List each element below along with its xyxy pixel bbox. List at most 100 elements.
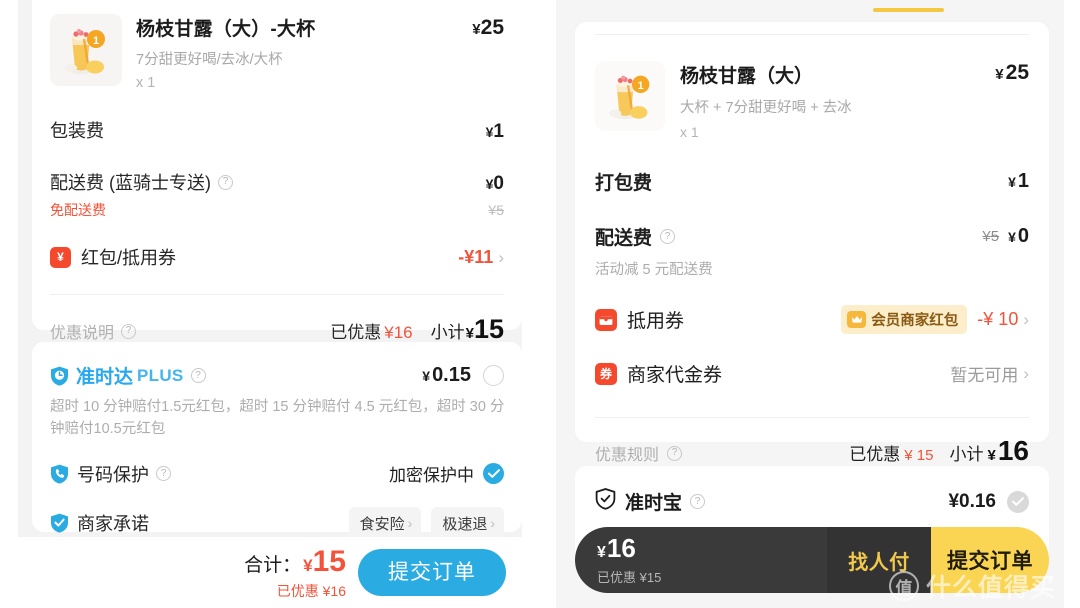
left-coupon-row[interactable]: ¥ 红包/抵用券 -¥11 › <box>50 244 504 270</box>
right-delivery-fee-row[interactable]: 配送费 ? ¥5 ¥0 <box>595 223 1029 250</box>
right-item-spec: 大杯 + 7分甜更好喝 + 去冰 <box>680 100 852 116</box>
left-discount-note[interactable]: 优惠说明 ? <box>50 319 137 343</box>
right-bottom-discount-text: 已优惠 ¥15 <box>597 569 662 585</box>
right-order-screen: 1 杨枝甘露（大） 大杯 + 7分甜更好喝 + 去冰 x 1 ¥25 打包费 ¥… <box>540 0 1080 608</box>
left-discount-note-label: 优惠说明 <box>50 325 115 342</box>
left-services-card: 准时达 PLUS ? ¥0.15 超时 10 分钟赔付1.5元红包，超时 15 … <box>32 342 522 540</box>
right-submit-order-button[interactable]: 提交订单 <box>931 527 1049 593</box>
right-discount-value: ¥ 15 <box>904 447 934 464</box>
right-subtotal-value: ¥16 <box>988 437 1030 465</box>
right-delivery-note: 活动减 5 元配送费 <box>595 262 713 278</box>
right-merchant-voucher-status: 暂无可用 <box>950 366 1019 385</box>
left-promise-tag-food-insurance-label: 食安险 <box>359 515 405 533</box>
left-item-price-value: 25 <box>480 16 504 39</box>
left-item-price: ¥25 <box>472 14 504 91</box>
left-bottom-total-label: 合计： <box>244 554 302 576</box>
phone-shield-icon <box>50 464 69 484</box>
left-phone-protect-label: 号码保护 <box>77 464 149 485</box>
left-bottom-total: 合计： ¥15 已优惠 ¥16 <box>244 545 346 601</box>
left-divider <box>50 294 504 295</box>
chevron-right-icon[interactable]: › <box>498 249 504 266</box>
left-delivery-fee-amount: ¥0 <box>486 173 504 195</box>
left-item-price-symbol: ¥ <box>472 21 481 38</box>
left-order-screen: 1 杨枝甘露（大）-大杯 7分甜更好喝/去冰/大杯 x 1 ¥25 包装费 ¥1… <box>0 0 540 608</box>
chevron-right-icon[interactable]: › <box>1023 365 1029 382</box>
right-find-payer-button[interactable]: 找人付 <box>827 527 931 593</box>
svg-text:1: 1 <box>638 80 644 92</box>
chevron-right-icon: › <box>407 515 413 531</box>
left-subtotal-symbol: ¥ <box>465 325 474 342</box>
help-icon[interactable]: ? <box>190 368 206 383</box>
left-subtotal-label: 小计 <box>430 323 465 342</box>
right-packing-fee-label: 打包费 <box>595 173 653 194</box>
left-subtotal-value: ¥15 <box>465 316 504 343</box>
left-plus-price: ¥0.15 <box>422 364 471 387</box>
right-packing-fee-amount: ¥1 <box>1008 170 1029 193</box>
left-bottom-total-value: ¥15 <box>303 545 346 579</box>
right-delivery-original-price: ¥5 <box>982 228 1000 245</box>
check-shield-icon <box>50 513 69 533</box>
right-discount-rules[interactable]: 优惠规则 ? <box>595 441 683 465</box>
voucher-badge-icon: 券 <box>595 362 617 385</box>
crown-icon <box>847 311 867 328</box>
help-icon[interactable]: ? <box>218 174 233 190</box>
left-submit-order-button[interactable]: 提交订单 <box>358 549 506 596</box>
right-voucher-amount: -¥ 10 <box>977 309 1019 329</box>
right-item-qty: x 1 <box>680 124 699 140</box>
left-delivery-fee-row[interactable]: 配送费 (蓝骑士专送) ? ¥0 <box>50 169 504 195</box>
left-coupon-amount: -¥11 <box>458 246 494 267</box>
help-icon[interactable]: ? <box>667 445 683 461</box>
right-merchant-voucher-row[interactable]: 券 商家代金券 暂无可用 › <box>595 360 1029 387</box>
active-tab-underline <box>873 8 944 12</box>
left-delivery-fee-value: 0 <box>493 173 504 194</box>
drink-thumbnail: 1 <box>50 14 122 86</box>
screenshot-root: 1 杨枝甘露（大）-大杯 7分甜更好喝/去冰/大杯 x 1 ¥25 包装费 ¥1… <box>0 0 1080 608</box>
help-icon[interactable]: ? <box>660 229 676 244</box>
right-delivery-fee-value: 0 <box>1017 225 1029 247</box>
left-phone-background: 1 杨枝甘露（大）-大杯 7分甜更好喝/去冰/大杯 x 1 ¥25 包装费 ¥1… <box>18 0 522 608</box>
check-circle-blue-icon <box>483 463 504 484</box>
right-vip-merchant-badge: 会员商家红包 <box>841 305 968 334</box>
right-delivery-fee-symbol: ¥ <box>1008 229 1016 245</box>
right-item-name: 杨枝甘露（大） <box>680 66 814 87</box>
left-order-item-row[interactable]: 1 杨枝甘露（大）-大杯 7分甜更好喝/去冰/大杯 x 1 ¥25 <box>50 0 504 91</box>
help-icon[interactable]: ? <box>690 494 706 509</box>
left-merchant-promise-label: 商家承诺 <box>77 514 149 534</box>
left-plus-suffix: PLUS <box>137 365 184 385</box>
left-item-spec: 7分甜更好喝/去冰/大杯 <box>136 52 283 68</box>
right-zhunshibao-price: ¥0.16 <box>948 490 996 512</box>
left-item-info: 杨枝甘露（大）-大杯 7分甜更好喝/去冰/大杯 x 1 <box>136 14 472 91</box>
right-zhunshibao-row[interactable]: 准时宝 ? ¥0.16 <box>595 466 1029 515</box>
right-bottom-amount-symbol: ¥ <box>597 543 606 561</box>
chevron-right-icon[interactable]: › <box>1023 311 1029 328</box>
right-merchant-voucher-label: 商家代金券 <box>627 365 723 386</box>
right-bottom-amount: ¥16 <box>597 535 827 561</box>
left-bottom-total-symbol: ¥ <box>303 555 313 575</box>
left-bottom-discount-text: 已优惠 ¥16 <box>276 582 346 599</box>
left-item-name: 杨枝甘露（大）-大杯 <box>136 19 316 40</box>
right-divider <box>595 417 1029 418</box>
right-voucher-row[interactable]: 抵用券 会员商家红包 -¥ 10 › <box>595 305 1029 334</box>
left-discount-label: 已优惠 <box>330 323 382 342</box>
left-plus-row[interactable]: 准时达 PLUS ? ¥0.15 <box>50 342 504 389</box>
left-packing-fee-value: 1 <box>493 121 504 142</box>
help-icon[interactable]: ? <box>156 466 171 481</box>
check-circle-grey-icon[interactable] <box>1007 490 1029 513</box>
right-order-item-row[interactable]: 1 杨枝甘露（大） 大杯 + 7分甜更好喝 + 去冰 x 1 ¥25 <box>595 35 1029 140</box>
help-icon[interactable]: ? <box>121 323 137 339</box>
right-discount-label: 已优惠 <box>849 445 901 464</box>
right-phone-background: 1 杨枝甘露（大） 大杯 + 7分甜更好喝 + 去冰 x 1 ¥25 打包费 ¥… <box>556 0 1064 608</box>
left-packing-fee-amount: ¥1 <box>486 121 504 143</box>
right-delivery-fee-amount: ¥0 <box>1008 225 1029 248</box>
left-bottom-total-number: 15 <box>312 544 346 578</box>
left-phone-protect-row[interactable]: 号码保护 ? 加密保护中 <box>50 461 504 487</box>
left-plus-price-symbol: ¥ <box>422 368 431 384</box>
svg-text:1: 1 <box>93 35 99 47</box>
yen-badge-icon: ¥ <box>50 246 71 268</box>
right-item-price-symbol: ¥ <box>995 66 1004 83</box>
left-promise-tag-food-insurance[interactable]: 食安险 › <box>348 506 422 540</box>
left-promise-tag-fast-refund[interactable]: 极速退 › <box>431 506 504 540</box>
left-discount-value: ¥16 <box>384 323 413 342</box>
radio-unchecked-icon[interactable] <box>483 365 504 386</box>
right-packing-fee-symbol: ¥ <box>1008 174 1016 190</box>
